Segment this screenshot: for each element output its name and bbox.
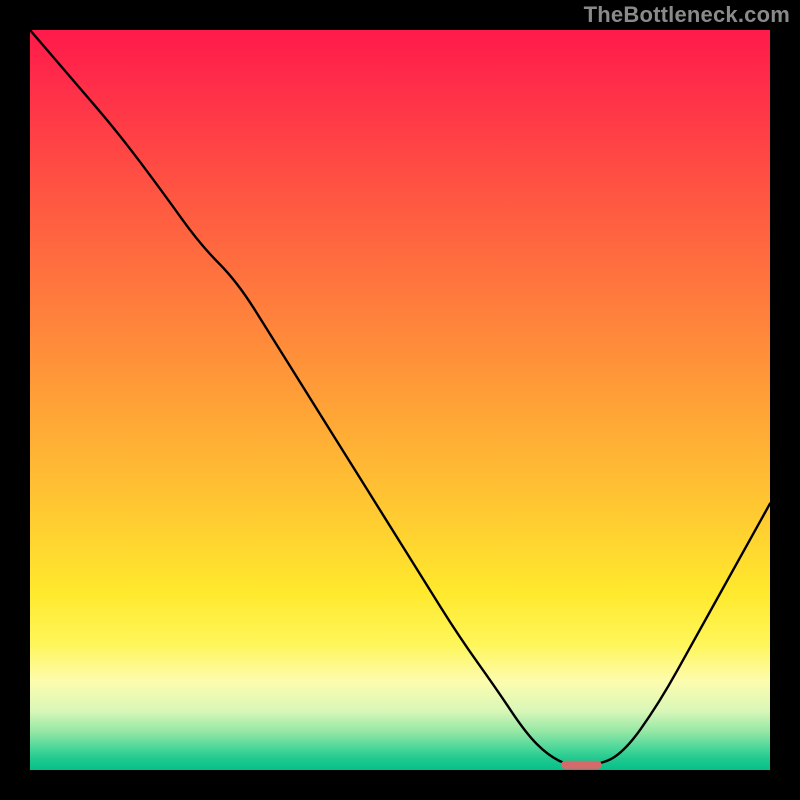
plot-area: [30, 30, 770, 770]
optimal-marker: [561, 761, 602, 769]
watermark-text: TheBottleneck.com: [584, 2, 790, 28]
marker-layer: [30, 30, 770, 770]
chart-frame: { "watermark": "TheBottleneck.com", "col…: [0, 0, 800, 800]
